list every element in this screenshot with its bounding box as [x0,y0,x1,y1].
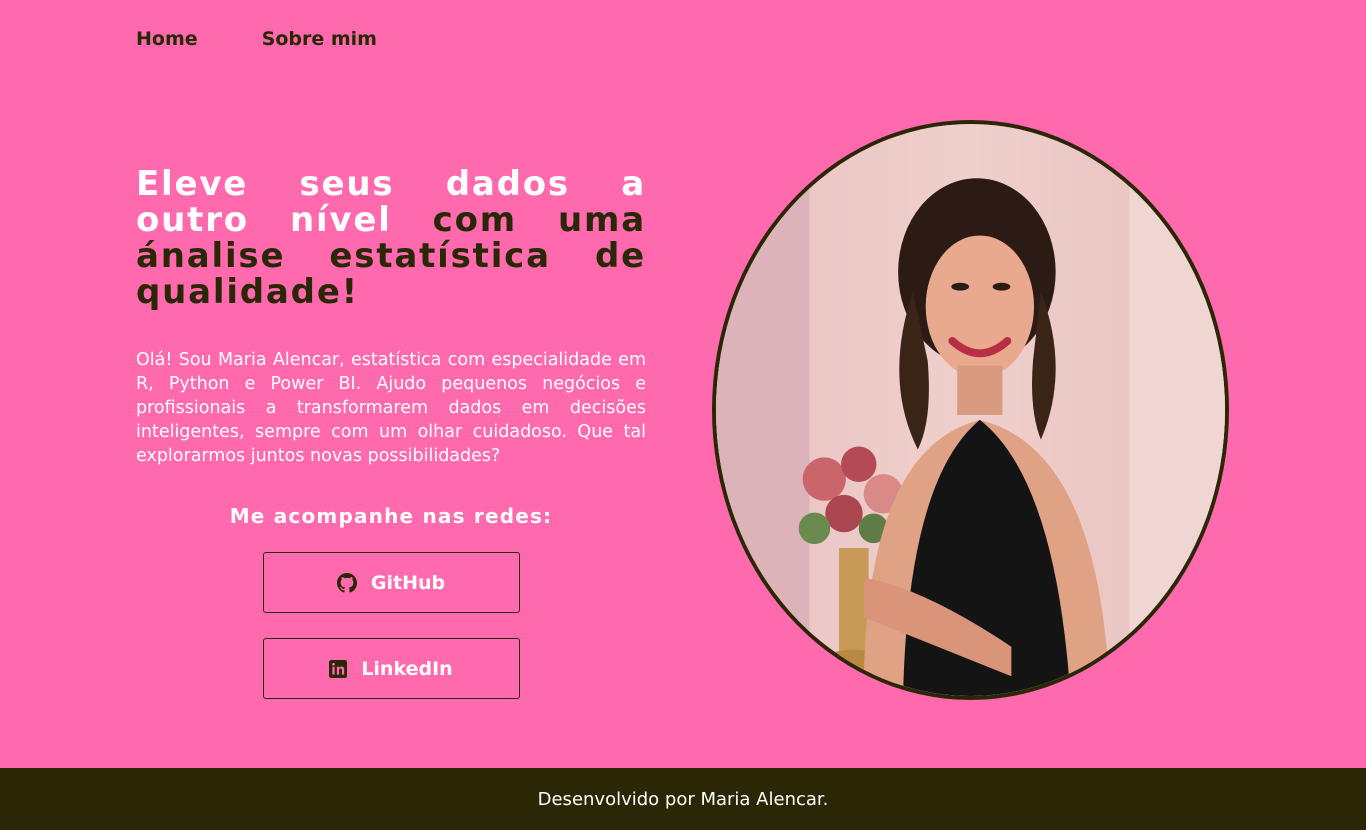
hero-section: Eleve seus dados a outro nível com uma á… [136,166,646,699]
page-footer: Desenvolvido por Maria Alencar. [0,768,1366,830]
nav-about-link[interactable]: Sobre mim [262,26,377,52]
profile-photo [712,120,1229,700]
follow-heading: Me acompanhe nas redes: [229,504,553,528]
hero-headline: Eleve seus dados a outro nível com uma á… [136,166,646,310]
footer-credit: Desenvolvido por Maria Alencar. [537,788,829,810]
intro-paragraph: Olá! Sou Maria Alencar, estatística com … [136,350,646,466]
social-links: GitHub LinkedIn [136,552,646,699]
github-label: GitHub [370,571,446,594]
github-button[interactable]: GitHub [262,552,520,613]
linkedin-label: LinkedIn [361,657,453,680]
github-icon [336,572,357,593]
linkedin-icon [329,659,348,678]
linkedin-button[interactable]: LinkedIn [262,638,520,699]
nav-home-link[interactable]: Home [136,26,198,52]
top-nav: Home Sobre mim [136,26,377,52]
